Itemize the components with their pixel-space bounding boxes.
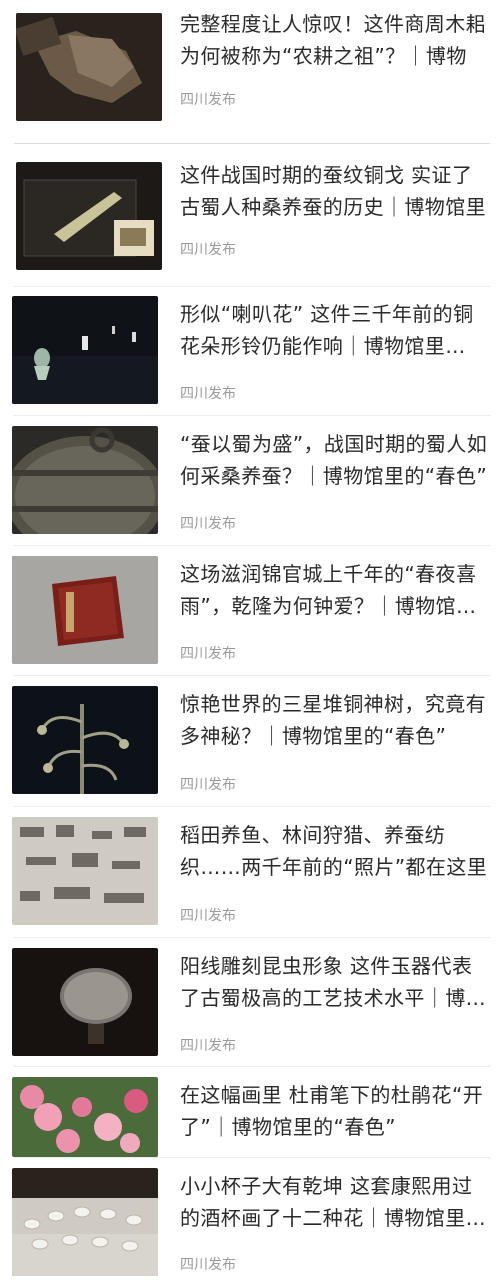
list-item[interactable]: 小小杯子大有乾坤 这套康熙用过的酒杯画了十二种花｜博物馆里的“春色” 四川发布 — [0, 1158, 504, 1280]
jade-disc-thumbnail — [12, 948, 158, 1056]
article-source: 四川发布 — [180, 386, 236, 402]
azalea-thumbnail — [12, 1077, 158, 1157]
list-item[interactable]: 惊艳世界的三星堆铜神树，究竟有多神秘？｜博物馆里的“春色” 四川发布 — [0, 676, 504, 806]
list-item[interactable]: 完整程度让人惊叹！这件商周木耜为何被称为“农耕之祖”？｜博物 四川发布 — [0, 0, 504, 140]
article-title[interactable]: 稻田养鱼、林间狩猎、养蚕纺织……两千年前的“照片”都在这里 — [180, 819, 490, 883]
bronze-dagger-thumbnail — [16, 162, 162, 270]
list-item[interactable]: 在这幅画里 杜甫笔下的杜鹃花“开了”｜博物馆里的“春色” — [0, 1067, 504, 1157]
bronze-bell-thumbnail — [12, 296, 158, 404]
article-source: 四川发布 — [180, 777, 236, 793]
list-item[interactable]: 这件战国时期的蚕纹铜戈 实证了古蜀人种桑养蚕的历史｜博物馆里 四川发布 — [0, 145, 504, 285]
article-title[interactable]: 在这幅画里 杜甫笔下的杜鹃花“开了”｜博物馆里的“春色” — [180, 1079, 490, 1143]
article-title[interactable]: 形似“喇叭花” 这件三千年前的铜花朵形铃仍能作响｜博物馆里的“春色” — [180, 298, 490, 362]
porcelain-cups-thumbnail — [12, 1168, 158, 1276]
stone-relief-thumbnail — [12, 817, 158, 925]
article-source: 四川发布 — [180, 1257, 236, 1273]
bronze-pot-thumbnail — [12, 426, 158, 534]
list-item[interactable]: 这场滋润锦官城上千年的“春夜喜雨”，乾隆为何钟爱？｜博物馆里的“春色” 四川发布 — [0, 546, 504, 676]
wooden-plough-thumbnail — [16, 13, 162, 121]
article-source: 四川发布 — [180, 516, 236, 532]
divider — [14, 143, 490, 144]
article-source: 四川发布 — [180, 242, 236, 258]
article-title[interactable]: 这场滋润锦官城上千年的“春夜喜雨”，乾隆为何钟爱？｜博物馆里的“春色” — [180, 558, 490, 622]
article-title[interactable]: 这件战国时期的蚕纹铜戈 实证了古蜀人种桑养蚕的历史｜博物馆里 — [180, 159, 490, 223]
article-title[interactable]: 惊艳世界的三星堆铜神树，究竟有多神秘？｜博物馆里的“春色” — [180, 688, 490, 752]
article-title[interactable]: 阳线雕刻昆虫形象 这件玉器代表了古蜀极高的工艺技术水平｜博物馆里 — [180, 950, 490, 1014]
list-item[interactable]: 阳线雕刻昆虫形象 这件玉器代表了古蜀极高的工艺技术水平｜博物馆里 四川发布 — [0, 938, 504, 1066]
list-item[interactable]: “蚕以蜀为盛”，战国时期的蜀人如何采桑养蚕？｜博物馆里的“春色” 四川发布 — [0, 416, 504, 546]
article-source: 四川发布 — [180, 646, 236, 662]
article-title[interactable]: 完整程度让人惊叹！这件商周木耜为何被称为“农耕之祖”？｜博物 — [180, 8, 490, 72]
bronze-tree-thumbnail — [12, 686, 158, 794]
divider — [14, 286, 490, 287]
red-box-thumbnail — [12, 556, 158, 664]
article-title[interactable]: 小小杯子大有乾坤 这套康熙用过的酒杯画了十二种花｜博物馆里的“春色” — [180, 1170, 490, 1234]
article-source: 四川发布 — [180, 92, 236, 108]
list-item[interactable]: 稻田养鱼、林间狩猎、养蚕纺织……两千年前的“照片”都在这里 四川发布 — [0, 807, 504, 937]
article-source: 四川发布 — [180, 908, 236, 924]
article-source: 四川发布 — [180, 1038, 236, 1054]
article-title[interactable]: “蚕以蜀为盛”，战国时期的蜀人如何采桑养蚕？｜博物馆里的“春色” — [180, 428, 490, 492]
list-item[interactable]: 形似“喇叭花” 这件三千年前的铜花朵形铃仍能作响｜博物馆里的“春色” 四川发布 — [0, 288, 504, 416]
